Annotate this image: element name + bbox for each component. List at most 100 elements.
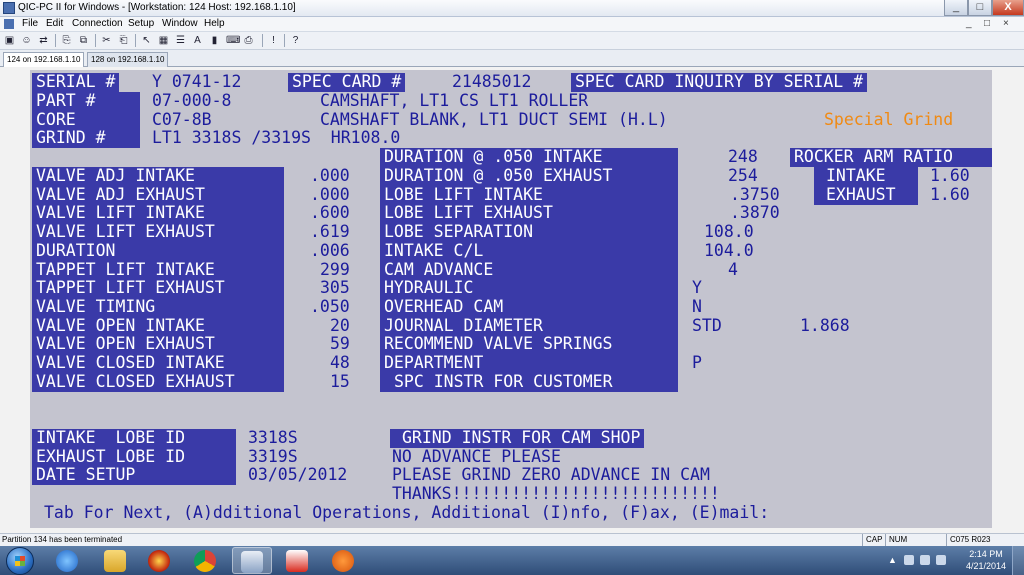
- grind-instr-title: GRIND INSTR FOR CAM SHOP: [390, 429, 645, 448]
- intake-lobe-value: 3318S: [248, 428, 298, 447]
- clock-time[interactable]: 2:14 PM: [962, 549, 1010, 559]
- desktop: QIC-PC II for Windows - [Workstation: 12…: [0, 0, 1024, 575]
- show-desktop-button[interactable]: [1012, 546, 1024, 575]
- field-label: DURATION: [32, 242, 284, 261]
- window-title: QIC-PC II for Windows - [Workstation: 12…: [18, 2, 296, 13]
- tab-session-124[interactable]: 124 on 192.168.1.10: [3, 52, 85, 67]
- internet-explorer-task[interactable]: [48, 547, 88, 574]
- color-icon[interactable]: ▮: [208, 34, 221, 47]
- copy-icon[interactable]: ⎘: [60, 34, 73, 47]
- grind-instr-line: THANKS!!!!!!!!!!!!!!!!!!!!!!!!!!!: [392, 484, 720, 503]
- field-value: 48: [330, 353, 350, 372]
- field-value: 305: [320, 278, 350, 297]
- internet-explorer-icon: [56, 550, 78, 572]
- user-icon[interactable]: ☺: [20, 34, 33, 47]
- field-value: 104.0: [704, 241, 754, 260]
- tab-session-128[interactable]: 128 on 192.168.1.10: [87, 52, 169, 67]
- field-label: VALVE CLOSED INTAKE: [32, 354, 284, 373]
- field-value: 254: [728, 166, 758, 185]
- field-value: Y: [692, 278, 702, 297]
- field-label: LOBE LIFT EXHAUST: [380, 204, 678, 223]
- keyboard-icon[interactable]: ⌨: [225, 34, 240, 47]
- inquiry-title: SPEC CARD INQUIRY BY SERIAL #: [571, 73, 868, 92]
- toolbar: ▣ ☺ ⇄ ⎘ ⧉ ✂ ⎗ ↖ ▦ ☰ A ▮ ⌨ ⎙ ! ?: [0, 32, 1024, 50]
- menu-edit[interactable]: Edit: [46, 18, 63, 29]
- pause-icon[interactable]: !: [267, 34, 280, 47]
- field-value: 15: [330, 372, 350, 391]
- rocker-title: ROCKER ARM RATIO: [790, 148, 992, 167]
- minimize-button[interactable]: _: [944, 0, 968, 16]
- flag-icon[interactable]: [904, 555, 914, 565]
- field-value: .600: [310, 203, 350, 222]
- field-value: .050: [310, 297, 350, 316]
- close-button[interactable]: X: [992, 0, 1024, 16]
- ball-app-task[interactable]: [140, 547, 180, 574]
- taskbar: ▲ 2:14 PM 4/21/2014: [0, 546, 1024, 575]
- spec-card-value: 21485012: [452, 72, 532, 91]
- print-icon[interactable]: ⎙: [242, 34, 255, 47]
- toolbar-separator: [135, 34, 136, 47]
- list-icon[interactable]: ☰: [174, 34, 187, 47]
- menu-connection[interactable]: Connection: [72, 18, 123, 29]
- connect-icon[interactable]: ⇄: [37, 34, 50, 47]
- field-value: STD: [692, 316, 722, 335]
- help-icon[interactable]: ?: [289, 34, 302, 47]
- mail-app-icon: [241, 551, 263, 573]
- spec-card-label: SPEC CARD #: [288, 73, 406, 92]
- field-label: OVERHEAD CAM: [380, 298, 678, 317]
- field-label: DURATION @ .050 INTAKE: [380, 148, 678, 167]
- paste-icon[interactable]: ⧉: [77, 34, 90, 47]
- field-label: DURATION @ .050 EXHAUST: [380, 167, 678, 186]
- field-label: DEPARTMENT: [380, 354, 678, 373]
- app-icon[interactable]: [3, 2, 15, 14]
- cut-icon[interactable]: ✂: [100, 34, 113, 47]
- serial-label: SERIAL #: [32, 73, 120, 92]
- date-setup-label: DATE SETUP: [32, 466, 236, 485]
- menu-bar: File Edit Connection Setup Window Help _…: [0, 17, 1024, 32]
- status-message: Partition 134 has been terminated: [2, 535, 123, 544]
- status-bar: Partition 134 has been terminated CAP NU…: [0, 533, 1024, 546]
- maximize-button[interactable]: □: [968, 0, 992, 16]
- save-icon[interactable]: ▣: [3, 34, 16, 47]
- start-button[interactable]: [6, 547, 34, 575]
- field-value: .3870: [730, 203, 780, 222]
- qic-pc-task[interactable]: [232, 547, 272, 574]
- document-icon[interactable]: [4, 19, 14, 29]
- volume-icon[interactable]: [936, 555, 946, 565]
- paste-special-icon[interactable]: ⎗: [117, 34, 130, 47]
- field-label: INTAKE C/L: [380, 242, 678, 261]
- font-icon[interactable]: A: [191, 34, 204, 47]
- menu-window[interactable]: Window: [162, 18, 198, 29]
- menu-help[interactable]: Help: [204, 18, 225, 29]
- doc-minimize-button[interactable]: _: [966, 18, 972, 29]
- doc-close-button[interactable]: ×: [1003, 18, 1009, 29]
- grid-icon[interactable]: ▦: [157, 34, 170, 47]
- field-label: VALVE ADJ INTAKE: [32, 167, 284, 186]
- part-label: PART #: [32, 92, 140, 111]
- field-label: RECOMMEND VALVE SPRINGS: [380, 335, 678, 354]
- field-label: HYDRAULIC: [380, 279, 678, 298]
- field-value: .006: [310, 241, 350, 260]
- doc-restore-button[interactable]: □: [984, 18, 990, 29]
- select-icon[interactable]: ↖: [140, 34, 153, 47]
- tray-show-hidden-icon[interactable]: ▲: [888, 555, 897, 565]
- clock-date[interactable]: 4/21/2014: [962, 561, 1010, 571]
- field-label: LOBE SEPARATION: [380, 223, 678, 242]
- s-app-task[interactable]: [324, 547, 364, 574]
- field-label: SPC INSTR FOR CUSTOMER: [380, 373, 678, 392]
- chrome-task[interactable]: [186, 547, 226, 574]
- file-explorer-task[interactable]: [96, 547, 136, 574]
- terminal-screen[interactable]: SERIAL # Y 0741-12 SPEC CARD # 21485012 …: [30, 70, 992, 528]
- toolbar-separator: [284, 34, 285, 47]
- field-label: VALVE CLOSED EXHAUST: [32, 373, 284, 392]
- network-icon[interactable]: [920, 555, 930, 565]
- rocker-exhaust-label: EXHAUST: [814, 186, 918, 205]
- menu-setup[interactable]: Setup: [128, 18, 154, 29]
- field-value: 4: [728, 260, 738, 279]
- game-task[interactable]: [278, 547, 318, 574]
- field-value: 59: [330, 334, 350, 353]
- chrome-icon: [194, 550, 216, 572]
- toolbar-separator: [55, 34, 56, 47]
- grind-instr-line: PLEASE GRIND ZERO ADVANCE IN CAM: [392, 465, 710, 484]
- menu-file[interactable]: File: [22, 18, 38, 29]
